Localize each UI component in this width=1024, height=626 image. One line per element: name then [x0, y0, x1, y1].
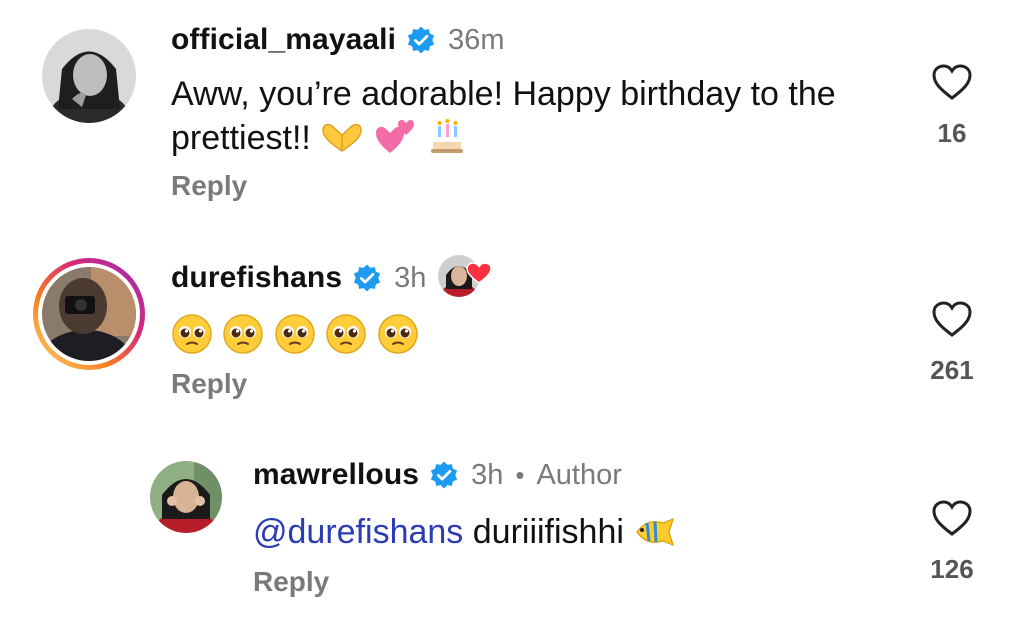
like-count: 16 — [937, 118, 967, 148]
pleading-face-icon — [377, 313, 419, 355]
heart-outline-icon — [932, 64, 972, 100]
red-heart-icon — [466, 262, 493, 284]
verified-badge-icon — [406, 25, 436, 55]
heart-hands-icon — [320, 121, 364, 155]
username[interactable]: durefishans — [171, 261, 342, 295]
like-count: 261 — [930, 355, 974, 385]
pleading-face-icon — [274, 313, 316, 355]
heart-outline-icon — [932, 301, 972, 337]
liked-by-author-indicator — [438, 253, 493, 303]
reply-button[interactable]: Reply — [253, 566, 329, 598]
like-button[interactable]: 126 — [907, 498, 997, 585]
author-tag: Author — [536, 458, 622, 491]
like-button[interactable]: 261 — [907, 299, 997, 386]
verified-badge-icon — [429, 460, 459, 490]
comment-text — [171, 313, 419, 359]
pleading-face-icon — [222, 313, 264, 355]
like-count: 126 — [930, 554, 974, 584]
username[interactable]: official_mayaali — [171, 23, 396, 57]
comment-body: Aww, you’re adorable! Happy birthday to … — [171, 75, 836, 157]
like-button[interactable]: 16 — [907, 62, 997, 149]
reply-button[interactable]: Reply — [171, 170, 247, 202]
avatar[interactable] — [150, 461, 222, 533]
avatar-with-story-ring[interactable] — [31, 256, 147, 372]
comment-body: duriiifishhi — [472, 513, 624, 551]
timestamp: 3h — [394, 261, 427, 294]
timestamp: 36m — [448, 23, 505, 56]
comment-text: @durefishans duriiifishhi — [253, 511, 677, 553]
username[interactable]: mawrellous — [253, 458, 419, 492]
comment-text: Aww, you’re adorable! Happy birthday to … — [171, 73, 891, 159]
birthday-cake-icon — [427, 115, 467, 155]
reply-button[interactable]: Reply — [171, 368, 247, 400]
verified-badge-icon — [352, 263, 382, 293]
heart-outline-icon — [932, 500, 972, 536]
tropical-fish-icon — [633, 515, 677, 549]
timestamp: 3h — [471, 458, 504, 491]
pleading-face-icon — [171, 313, 213, 355]
mention-username: durefishans — [287, 513, 464, 551]
two-hearts-icon — [374, 115, 418, 155]
mention-link[interactable]: @durefishans — [253, 513, 463, 551]
separator-dot: • — [515, 459, 525, 490]
mention-symbol: @ — [253, 513, 288, 551]
pleading-face-icon — [325, 313, 367, 355]
avatar[interactable] — [42, 29, 136, 123]
